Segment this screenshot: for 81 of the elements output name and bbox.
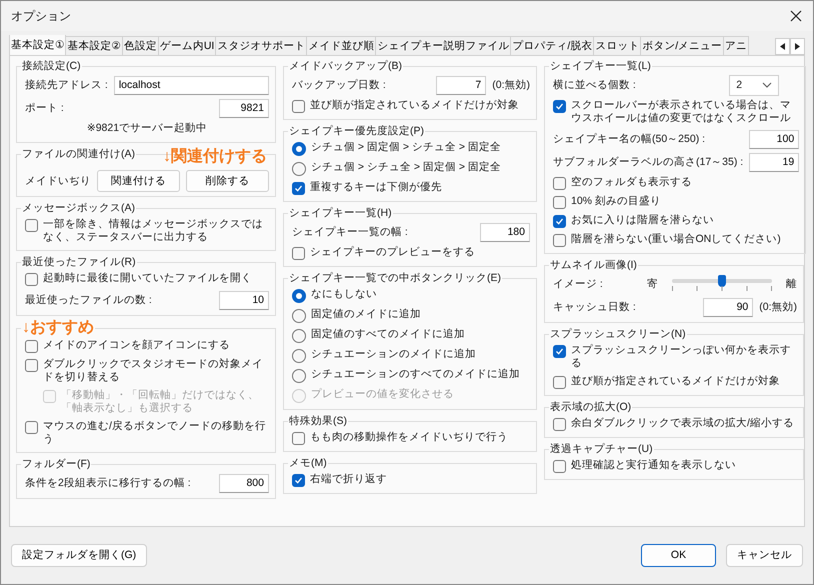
field-label: バックアップ日数 : (292, 78, 386, 92)
field-label: 条件を2段組表示に移行するの幅 : (25, 476, 192, 490)
option-label: 重複するキーは下側が優先 (310, 181, 443, 194)
group-title: シェイプキー一覧(H) (288, 206, 393, 220)
dialog-button[interactable]: OK (641, 544, 716, 566)
group-title: シェイプキー一覧での中ボタンクリック(E) (288, 271, 502, 285)
field-hint: (0:無効) (759, 300, 797, 314)
open-folder-button[interactable]: 設定フォルダを開く(G) (11, 544, 148, 566)
group-title: メイドバックアップ(B) (288, 59, 403, 73)
option-label: シェイプキーのプレビューをする (310, 246, 476, 259)
option-label: スクロールバーが表示されている場合は、マウスホイールは値の変更ではなくスクロール (571, 99, 792, 125)
option-label: プレビューの値を変化させる (311, 388, 455, 401)
input-field[interactable]: localhost (114, 76, 269, 94)
option-label: シチュ個 > 固定個 > シチュ全 > 固定全 (311, 141, 502, 154)
group-title: サムネイル画像(I) (549, 258, 638, 272)
group-title: メッセージボックス(A) (21, 201, 136, 215)
slider-label: 寄 (647, 277, 658, 291)
option-label: 空のフォルダも表示する (571, 176, 693, 189)
field-label: メイドいぢり (25, 174, 91, 188)
annotation-text: ↓おすすめ (21, 320, 95, 336)
field-label: サブフォルダーラベルの高さ(17～35) : (553, 155, 744, 169)
option-label: マウスの進む/戻るボタンでノードの移動を行う (43, 420, 267, 446)
field-label: ポート : (25, 101, 65, 115)
number-field[interactable]: 90 (703, 298, 754, 316)
option-label: シチュ個 > シチュ全 > 固定個 > 固定全 (311, 161, 502, 174)
option-label: 並び順が指定されているメイドだけが対象 (310, 99, 520, 112)
option-label: 一部を除き、情報はメッセージボックスではなく、ステータスバーに出力する (43, 218, 264, 244)
field-label: 横に並べる個数 : (553, 78, 637, 92)
option-label: ダブルクリックでスタジオモードの対象メイドを切り替える (43, 358, 264, 384)
field-label: キャッシュ日数 : (553, 300, 636, 314)
option-label: スプラッシュスクリーンっぽい何かを表示する (571, 344, 792, 370)
group-title: メモ(M) (288, 456, 328, 470)
option-label: 階層を潜らない(重い場合ONしてください) (571, 233, 782, 246)
group-title: ファイルの関連付け(A) (21, 147, 136, 161)
group-title: シェイプキー優先度設定(P) (288, 124, 425, 138)
status-note: ※9821でサーバー起動中 (86, 121, 208, 136)
option-label: シチュエーションのメイドに追加 (311, 348, 477, 361)
dropdown[interactable]: 2 (729, 74, 780, 96)
field-label: 接続先アドレス : (25, 78, 108, 92)
field-label: シェイプキー名の幅(50～250) : (553, 132, 706, 146)
group-title: シェイプキー一覧(L) (549, 59, 652, 73)
option-label: 固定値のすべてのメイドに追加 (311, 328, 466, 341)
option-label: 右端で折り返す (310, 473, 388, 486)
option-label: 処理確認と実行通知を表示しない (571, 459, 737, 472)
option-label: お気に入りは階層を潜らない (571, 214, 715, 227)
action-button[interactable]: 削除する (186, 170, 269, 192)
field-hint: (0:無効) (492, 78, 530, 92)
field-label: シェイプキー一覧の幅 : (292, 225, 409, 239)
window-title: オプション (11, 8, 71, 24)
number-field[interactable]: 800 (219, 474, 269, 492)
option-label: 余白ダブルクリックで表示域の拡大/縮小する (571, 417, 795, 430)
option-label: 固定値のメイドに追加 (311, 308, 422, 321)
number-field[interactable]: 9821 (219, 98, 269, 118)
field-label: 最近使ったファイルの数 : (25, 293, 153, 307)
group-title: 接続設定(C) (21, 59, 82, 73)
action-button[interactable]: 関連付ける (97, 170, 180, 192)
group-title: 特殊効果(S) (288, 414, 348, 428)
option-label: 「移動軸」・「回転軸」だけではなく、「軸表示なし」も選択する (61, 389, 260, 415)
annotation-text: ↓関連付けする (163, 148, 267, 166)
group-title: 透過キャプチャー(U) (549, 442, 654, 456)
group-title: 最近使ったファイル(R) (21, 255, 137, 269)
tab[interactable]: アニ (723, 36, 750, 55)
tab[interactable]: 基本設定① (9, 35, 66, 55)
option-label: メイドのアイコンを顔アイコンにする (43, 339, 231, 352)
group-title: スプラッシュスクリーン(N) (549, 327, 687, 341)
option-label: もも肉の移動操作をメイドいぢりで行う (310, 431, 509, 444)
number-field[interactable]: 19 (749, 152, 800, 172)
number-field[interactable]: 100 (749, 130, 800, 148)
number-field[interactable]: 10 (219, 290, 269, 310)
option-label: なにもしない (311, 288, 378, 301)
group-title: 表示域の拡大(O) (549, 400, 632, 414)
number-field[interactable]: 7 (436, 76, 486, 94)
group-title: フォルダー(F) (21, 457, 92, 471)
option-label: シチュエーションのすべてのメイドに追加 (311, 368, 521, 381)
dialog-button[interactable]: キャンセル (726, 544, 803, 566)
option-label: 10% 刻みの目盛り (571, 195, 662, 208)
field-label: イメージ : (553, 277, 603, 291)
number-field[interactable]: 180 (480, 222, 530, 242)
option-label: 起動時に最後に開いていたファイルを開く (43, 272, 253, 285)
slider-label: 離 (786, 277, 797, 291)
option-label: 並び順が指定されているメイドだけが対象 (571, 375, 781, 388)
